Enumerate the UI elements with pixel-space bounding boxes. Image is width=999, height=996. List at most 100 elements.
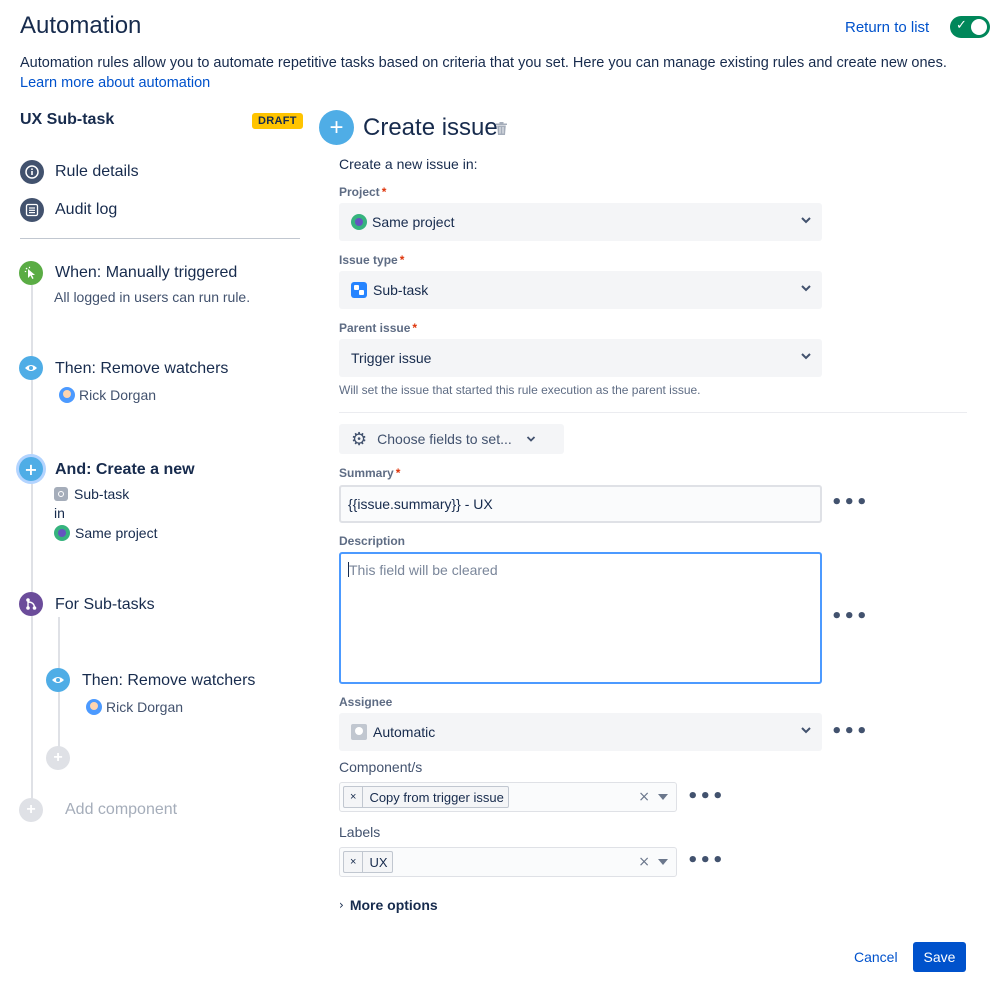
avatar [86,699,102,715]
user-name: Rick Dorgan [106,699,184,715]
chevron-down-icon [801,727,811,734]
parent-issue-value: Trigger issue [351,350,432,366]
issue-type-label: Issue type * [339,253,405,267]
toggle-knob [971,19,987,35]
description-more-button[interactable]: ••• [831,606,869,627]
step-branch-remove-watchers-user: Rick Dorgan [86,699,183,715]
user-name: Rick Dorgan [79,387,157,403]
clear-icon[interactable]: × [638,854,650,870]
labels-label: Labels [339,824,381,840]
parent-issue-hint: Will set the issue that started this rul… [339,383,701,397]
chevron-down-icon [801,217,811,224]
chevron-down-icon [526,436,535,442]
step-remove-watchers-title[interactable]: Then: Remove watchers [55,360,228,378]
summary-more-button[interactable]: ••• [831,492,869,513]
component-chip: × Copy from trigger issue [343,786,509,808]
step-branch-title[interactable]: For Sub-tasks [55,596,155,614]
more-options-toggle[interactable]: › More options [339,897,438,913]
divider [20,238,300,239]
project-icon [351,214,367,230]
add-component-plus-icon[interactable]: + [19,798,43,822]
check-icon: ✓ [956,18,967,33]
project-value: Same project [372,214,455,230]
dropdown-arrow-icon[interactable] [658,794,668,800]
assignee-label: Assignee [339,695,393,709]
components-more-button[interactable]: ••• [687,786,725,807]
label-chip: × UX [343,851,393,873]
add-component-button[interactable]: Add component [65,801,177,819]
description-label: Description [339,534,406,548]
issue-type-select[interactable]: Sub-task [339,271,822,309]
step-create-issue-type: Sub-task [54,486,129,502]
parent-issue-label: Parent issue * [339,321,418,335]
step-remove-watchers-user: Rick Dorgan [59,387,156,403]
divider [339,412,967,413]
chip-label: UX [369,854,388,870]
chevron-down-icon [801,285,811,292]
summary-label: Summary * [339,466,401,480]
step-trigger-sub: All logged in users can run rule. [54,289,251,305]
create-in-label: Create a new issue in: [339,156,478,172]
components-multiselect[interactable]: × Copy from trigger issue × [339,782,677,812]
project-label: Project * [339,185,387,199]
nav-audit-log[interactable]: Audit log [20,198,117,222]
return-to-list-link[interactable]: Return to list [845,19,929,36]
assignee-more-button[interactable]: ••• [831,721,869,742]
assignee-value: Automatic [373,724,436,740]
project-icon [54,525,70,541]
labels-more-button[interactable]: ••• [687,850,725,871]
choose-fields-label: Choose fields to set... [377,431,512,447]
project-select[interactable]: Same project [339,203,822,241]
nav-rule-details[interactable]: Rule details [20,160,139,184]
step-create-title[interactable]: And: Create a new [55,461,195,479]
learn-more-link[interactable]: Learn more about automation [20,75,210,91]
description-placeholder: This field will be cleared [349,562,498,578]
step-branch-remove-watchers-title[interactable]: Then: Remove watchers [82,672,255,690]
step-trigger-title[interactable]: When: Manually triggered [55,264,237,282]
intro-text: Automation rules allow you to automate r… [20,53,980,93]
plus-icon: + [19,457,43,481]
action-title: Create issue [363,114,498,141]
rule-enabled-toggle[interactable]: ✓ [950,16,990,38]
components-label: Component/s [339,759,423,775]
list-icon [20,198,44,222]
trash-icon[interactable] [496,122,507,135]
nav-label: Audit log [55,201,118,218]
step-create-in: in [54,505,65,521]
issue-type-value: Sub-task [373,282,429,298]
dropdown-arrow-icon[interactable] [658,859,668,865]
status-badge: DRAFT [252,113,303,129]
summary-input[interactable]: {{issue.summary}} - UX [339,485,822,523]
remove-chip-icon[interactable]: × [344,787,364,807]
eye-icon [46,668,70,692]
step-create-project: Same project [54,525,157,541]
description-textarea[interactable]: This field will be cleared [339,552,822,684]
avatar [59,387,75,403]
intro-description: Automation rules allow you to automate r… [20,55,947,71]
chip-label: Copy from trigger issue [369,789,504,805]
labels-multiselect[interactable]: × UX × [339,847,677,877]
parent-issue-select[interactable]: Trigger issue [339,339,822,377]
project-label: Same project [75,525,158,541]
save-button[interactable]: Save [913,942,966,972]
cancel-button[interactable]: Cancel [846,942,906,972]
summary-value: {{issue.summary}} - UX [348,496,493,512]
gear-icon: ⚙ [351,428,368,450]
more-options-label: More options [349,897,438,913]
rule-name: UX Sub-task [20,111,115,128]
choose-fields-button[interactable]: ⚙ Choose fields to set... [339,424,564,454]
cursor-click-icon [19,261,43,285]
subtask-icon [54,487,68,501]
issue-type-label: Sub-task [74,486,130,502]
plus-icon: + [319,110,354,145]
user-avatar-icon [351,724,367,740]
add-branch-component-button[interactable]: + [46,746,70,770]
branch-icon [19,592,43,616]
assignee-select[interactable]: Automatic [339,713,822,751]
nav-label: Rule details [55,163,139,180]
chevron-down-icon [801,353,811,360]
page-title: Automation [20,12,142,39]
remove-chip-icon[interactable]: × [344,852,364,872]
clear-icon[interactable]: × [638,789,650,805]
eye-icon [19,356,43,380]
